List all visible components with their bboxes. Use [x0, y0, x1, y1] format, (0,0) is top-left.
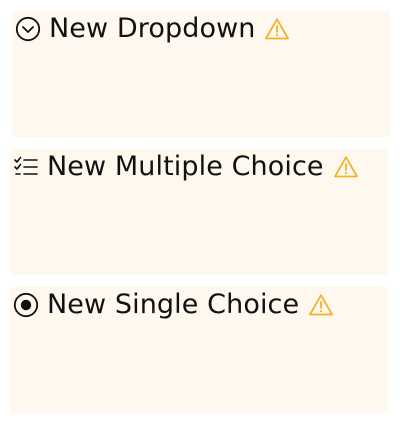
question-card-single-choice[interactable]: New Single Choice	[10, 287, 388, 413]
warning-triangle-icon[interactable]	[264, 17, 290, 41]
checklist-icon	[13, 154, 39, 180]
card-header: New Single Choice	[10, 287, 388, 323]
card-title[interactable]: New Multiple Choice	[47, 151, 324, 183]
card-header: New Multiple Choice	[10, 149, 388, 185]
card-title[interactable]: New Dropdown	[49, 13, 255, 45]
chevron-circle-down-icon	[15, 16, 41, 42]
question-card-dropdown[interactable]: New Dropdown	[12, 11, 390, 137]
card-title[interactable]: New Single Choice	[47, 289, 299, 321]
question-card-list: New Dropdown New Multiple Choice New Sin…	[0, 0, 400, 424]
card-header: New Dropdown	[12, 11, 390, 47]
warning-triangle-icon[interactable]	[308, 293, 334, 317]
question-card-multiple-choice[interactable]: New Multiple Choice	[10, 149, 388, 275]
warning-triangle-icon[interactable]	[333, 155, 359, 179]
radio-selected-icon	[13, 292, 39, 318]
